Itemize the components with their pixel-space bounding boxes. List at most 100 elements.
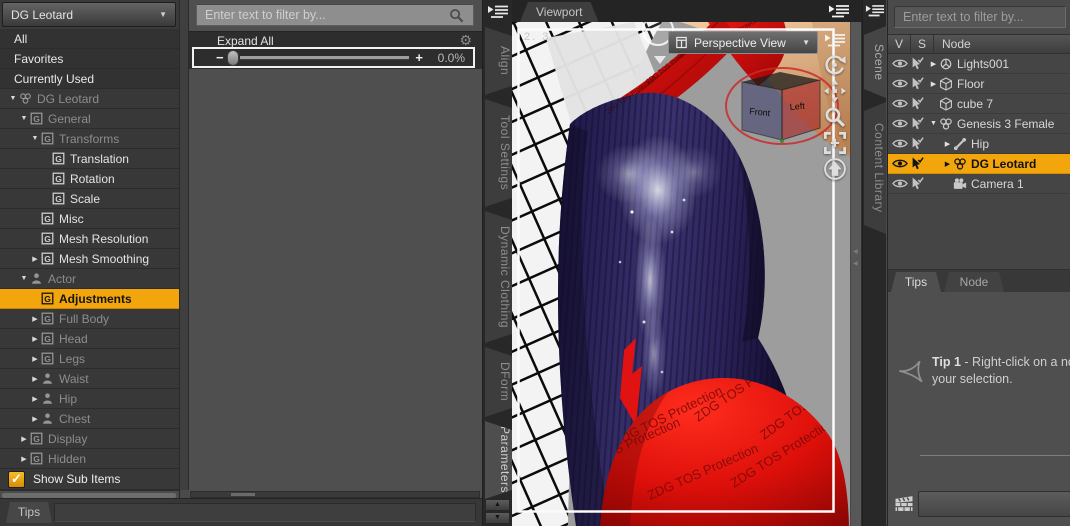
viewport-pane-menu-icon[interactable] xyxy=(828,3,850,19)
pane-menu-icon[interactable] xyxy=(487,3,509,20)
param-group-misc[interactable]: Misc xyxy=(0,209,179,229)
visibility-eye-icon[interactable] xyxy=(892,97,908,110)
expand-arrow-icon[interactable]: ▶ xyxy=(29,415,41,423)
show-sub-items-row[interactable]: ✓ Show Sub Items xyxy=(0,469,179,490)
filter-item-currently-used[interactable]: Currently Used xyxy=(0,69,179,89)
expand-arrow-icon[interactable]: ▶ xyxy=(18,435,30,443)
scene-row-genesis-3-female[interactable]: ▼ Genesis 3 Female xyxy=(888,114,1070,134)
param-group-hip[interactable]: ▶ Hip xyxy=(0,389,179,409)
tab-tool-settings[interactable]: Tool Settings xyxy=(485,99,512,207)
param-group-hidden[interactable]: ▶ Hidden xyxy=(0,449,179,469)
scene-filter-input[interactable] xyxy=(894,6,1066,28)
viewport-3d-render[interactable]: ZDG TOS Protection ZDG TOS Protection ZD… xyxy=(512,22,850,526)
collapse-arrow-icon[interactable]: ▼ xyxy=(18,275,30,282)
filter-item-all[interactable]: All xyxy=(0,29,179,49)
splitter-collapse-icon[interactable]: ◀ xyxy=(853,260,858,267)
param-group-mesh-resolution[interactable]: Mesh Resolution xyxy=(0,229,179,249)
collapse-arrow-icon[interactable]: ▼ xyxy=(18,115,30,122)
param-group-adjustments[interactable]: Adjustments xyxy=(0,289,179,309)
filter-item-favorites[interactable]: Favorites xyxy=(0,49,179,69)
expand-arrow-icon[interactable]: ▶ xyxy=(29,255,41,263)
tab-scroll-down-button[interactable]: ▼ xyxy=(485,512,510,524)
param-group-chest[interactable]: ▶ Chest xyxy=(0,409,179,429)
param-group-scale[interactable]: Scale xyxy=(0,189,179,209)
reset-icon[interactable] xyxy=(824,158,846,180)
expand-all-button[interactable]: Expand All xyxy=(217,34,274,48)
left-panel-vertical-scrollbar[interactable] xyxy=(179,0,189,490)
tab-dynamic-clothing[interactable]: Dynamic Clothing xyxy=(485,211,512,343)
tab-tips[interactable]: Tips xyxy=(891,272,941,292)
collapse-arrow-icon[interactable]: ▼ xyxy=(928,120,939,127)
selectable-cursor-icon[interactable] xyxy=(910,97,924,111)
viewport-splitter[interactable]: ◀ ◀ xyxy=(850,22,862,526)
scene-row-hip[interactable]: ▶ Hip xyxy=(888,134,1070,154)
param-group-mesh-smoothing[interactable]: ▶ Mesh Smoothing xyxy=(0,249,179,269)
param-group-actor[interactable]: ▼ Actor xyxy=(0,269,179,289)
tab-parameters[interactable]: Parameters xyxy=(485,421,512,499)
visibility-eye-icon[interactable] xyxy=(892,117,908,130)
column-node[interactable]: Node xyxy=(934,35,1070,53)
expand-arrow-icon[interactable]: ▶ xyxy=(29,315,41,323)
zoom-icon[interactable] xyxy=(824,106,846,128)
param-group-general[interactable]: ▼ General xyxy=(0,109,179,129)
param-group-display[interactable]: ▶ Display xyxy=(0,429,179,449)
scene-row-dg-leotard[interactable]: ▶ DG Leotard xyxy=(888,154,1070,174)
parameter-scope-dropdown[interactable]: DG Leotard ▼ xyxy=(2,2,176,27)
column-visible[interactable]: V xyxy=(888,35,911,53)
param-group-full-body[interactable]: ▶ Full Body xyxy=(0,309,179,329)
pan-icon[interactable] xyxy=(824,80,846,102)
tab-viewport[interactable]: Viewport xyxy=(520,2,598,22)
selectable-cursor-icon[interactable] xyxy=(910,117,924,131)
param-group-transforms[interactable]: ▼ Transforms xyxy=(0,129,179,149)
orbit-icon[interactable] xyxy=(824,54,846,76)
scene-row-camera-1[interactable]: Camera 1 xyxy=(888,174,1070,194)
tab-scene[interactable]: Scene xyxy=(864,26,886,98)
param-group-translation[interactable]: Translation xyxy=(0,149,179,169)
tab-node[interactable]: Node xyxy=(944,272,1004,292)
slider-track[interactable] xyxy=(239,55,410,60)
scene-row-floor[interactable]: ▶ Floor xyxy=(888,74,1070,94)
left-panel-horizontal-scrollbar[interactable] xyxy=(0,490,179,498)
param-group-waist[interactable]: ▶ Waist xyxy=(0,369,179,389)
visibility-eye-icon[interactable] xyxy=(892,137,908,150)
column-selectable[interactable]: S xyxy=(911,35,934,53)
visibility-eye-icon[interactable] xyxy=(892,177,908,190)
expand-arrow-icon[interactable]: ▶ xyxy=(928,60,939,68)
parameters-filter-input[interactable] xyxy=(196,4,474,26)
expand-arrow-icon[interactable]: ▶ xyxy=(29,355,41,363)
param-group-dg-leotard[interactable]: ▼ DG Leotard xyxy=(0,89,179,109)
slider-handle[interactable] xyxy=(226,49,239,66)
tab-align[interactable]: Align xyxy=(485,27,512,95)
expand-arrow-icon[interactable]: ▶ xyxy=(29,335,41,343)
tab-tips-bottom[interactable]: Tips xyxy=(6,502,52,523)
scene-row-lights001[interactable]: ▶ Lights001 xyxy=(888,54,1070,74)
selectable-cursor-icon[interactable] xyxy=(910,57,924,71)
expand-arrow-icon[interactable]: ▶ xyxy=(29,375,41,383)
camera-view-dropdown[interactable]: Perspective View ▼ xyxy=(668,31,818,54)
scene-row-cube-7[interactable]: cube 7 xyxy=(888,94,1070,114)
param-group-rotation[interactable]: Rotation xyxy=(0,169,179,189)
param-group-legs[interactable]: ▶ Legs xyxy=(0,349,179,369)
selectable-cursor-icon[interactable] xyxy=(910,177,924,191)
selectable-cursor-icon[interactable] xyxy=(910,157,924,171)
slider-increment-button[interactable]: + xyxy=(415,50,423,65)
viewport-options-menu-icon[interactable] xyxy=(824,30,846,50)
tips-input-bar[interactable] xyxy=(918,491,1070,517)
visibility-eye-icon[interactable] xyxy=(892,157,908,170)
slider-value[interactable]: 0.0% xyxy=(423,51,465,65)
frame-icon[interactable] xyxy=(824,132,846,154)
selectable-cursor-icon[interactable] xyxy=(910,137,924,151)
tab-content-library[interactable]: Content Library xyxy=(864,102,886,234)
param-group-head[interactable]: ▶ Head xyxy=(0,329,179,349)
splitter-collapse-icon[interactable]: ◀ xyxy=(853,248,858,255)
tab-dform[interactable]: DForm xyxy=(485,347,512,417)
expand-arrow-icon[interactable]: ▶ xyxy=(18,455,30,463)
show-sub-items-checkbox[interactable]: ✓ xyxy=(8,470,25,488)
tab-scroll-up-button[interactable]: ▲ xyxy=(485,499,510,511)
parameters-horizontal-scrollbar[interactable] xyxy=(190,491,480,498)
pane-menu-icon[interactable] xyxy=(865,3,885,18)
collapse-arrow-icon[interactable]: ▼ xyxy=(29,135,41,142)
expand-arrow-icon[interactable]: ▶ xyxy=(928,80,939,88)
expand-arrow-icon[interactable]: ▶ xyxy=(942,160,953,168)
expand-arrow-icon[interactable]: ▶ xyxy=(29,395,41,403)
